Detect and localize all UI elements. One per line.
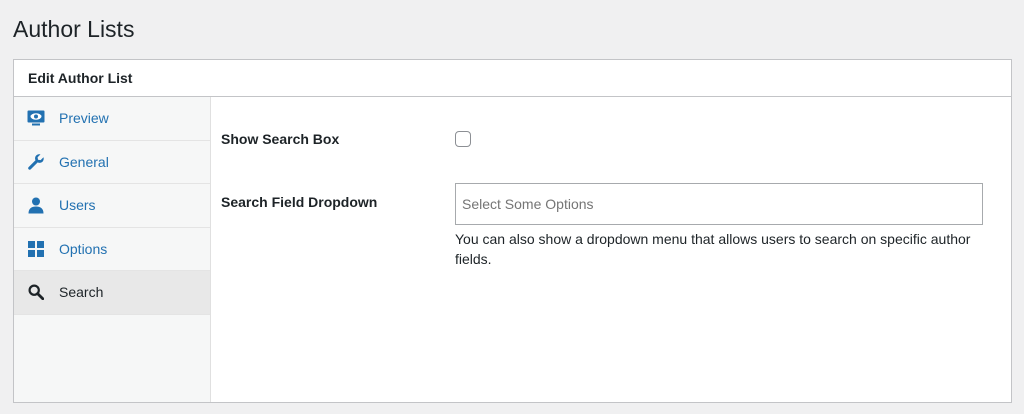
sidebar-tabs: Preview General Users Options Search: [14, 97, 211, 402]
sidebar-item-search[interactable]: Search: [14, 271, 210, 315]
search-field-dropdown-label: Search Field Dropdown: [221, 194, 378, 210]
user-icon: [26, 195, 46, 215]
sidebar-item-users[interactable]: Users: [14, 184, 210, 228]
search-field-dropdown-select[interactable]: Select Some Options: [455, 183, 983, 225]
sidebar-item-label: Users: [59, 197, 96, 214]
page-title: Author Lists: [13, 16, 135, 42]
search-field-dropdown-description: You can also show a dropdown menu that a…: [455, 231, 971, 267]
show-search-box-checkbox[interactable]: [455, 131, 471, 147]
search-icon: [26, 282, 46, 302]
sidebar-item-preview[interactable]: Preview: [14, 97, 210, 141]
sidebar-item-general[interactable]: General: [14, 141, 210, 184]
sidebar-item-label: Preview: [59, 110, 109, 127]
sidebar-item-label: Options: [59, 240, 108, 257]
sidebar-item-label: General: [59, 153, 109, 170]
select-placeholder: Select Some Options: [462, 196, 594, 212]
edit-author-list-panel: Edit Author List Preview General Users O…: [13, 59, 1012, 403]
show-search-box-label: Show Search Box: [221, 131, 340, 147]
sidebar-item-label: Search: [59, 284, 104, 301]
monitor-eye-icon: [26, 108, 46, 128]
sidebar-item-options[interactable]: Options: [14, 228, 210, 271]
grid-icon: [26, 239, 46, 259]
wrench-icon: [26, 152, 46, 172]
search-settings-content: Show Search Box Search Field Dropdown Se…: [211, 97, 1011, 402]
panel-header: Edit Author List: [14, 60, 1011, 97]
panel-body: Preview General Users Options Search Sho…: [14, 97, 1011, 402]
